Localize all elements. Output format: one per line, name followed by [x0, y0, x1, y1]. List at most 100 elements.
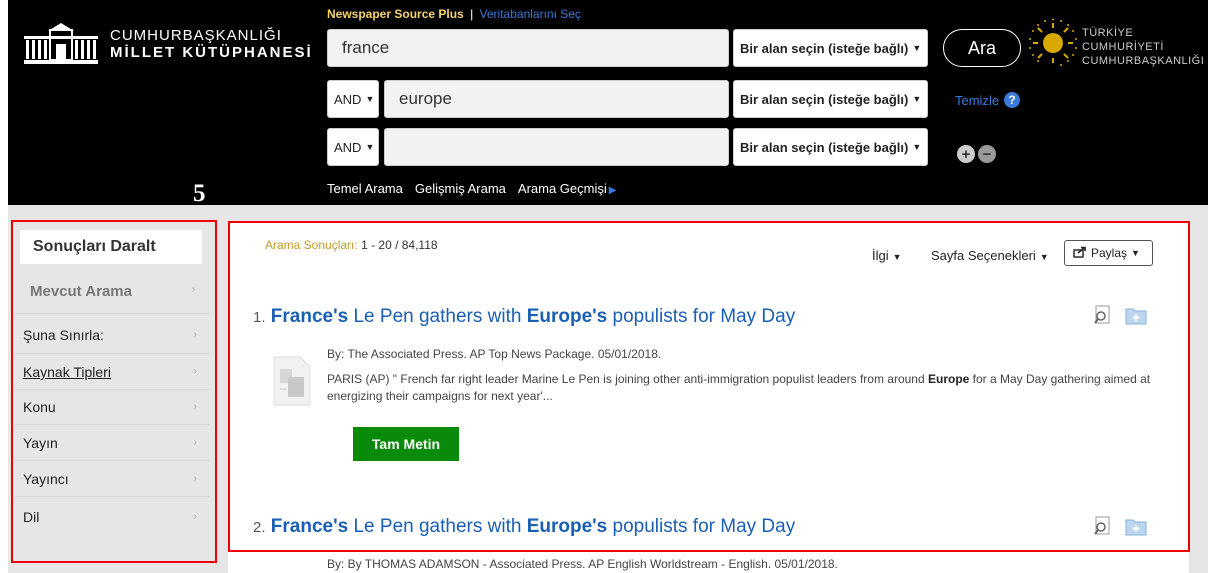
database-name: Newspaper Source Plus [327, 7, 464, 21]
sidebar-item-source-types[interactable]: Kaynak Tipleri › [23, 364, 205, 380]
sidebar-divider [14, 353, 209, 354]
result-title-text: populists for May Day [607, 516, 796, 537]
sidebar-item-subject[interactable]: Konu › [23, 399, 205, 415]
result-title-text: Le Pen gathers with [348, 516, 527, 537]
sidebar-item-language[interactable]: Dil › [23, 509, 205, 525]
chevron-down-icon: ▼ [1131, 248, 1140, 258]
chevron-right-icon: › [193, 366, 197, 377]
sidebar-divider [14, 424, 209, 425]
result-title-2[interactable]: 2. France's Le Pen gathers with Europe's… [253, 516, 795, 538]
abstract-highlight: Europe [927, 372, 970, 386]
add-to-folder-icon[interactable] [1125, 516, 1147, 541]
database-line: Newspaper Source Plus | Veritabanlarını … [327, 7, 581, 21]
document-icon [272, 355, 312, 407]
search-input-1[interactable]: france [327, 29, 729, 67]
add-to-folder-icon[interactable] [1125, 305, 1147, 330]
result-actions-1 [1093, 305, 1147, 330]
caret-right-icon: ▶ [608, 185, 617, 196]
share-icon [1073, 246, 1087, 261]
sidebar-title: Sonuçları Daralt [20, 230, 202, 264]
clear-link[interactable]: Temizle ? [955, 92, 1021, 108]
library-building-icon [22, 22, 100, 66]
result-title-text: Le Pen gathers with [348, 306, 527, 327]
search-input-2-value: europe [399, 89, 452, 108]
full-text-button[interactable]: Tam Metin [353, 427, 459, 461]
search-input-1-value: france [342, 38, 390, 57]
chevron-down-icon: ▼ [365, 142, 375, 152]
sidebar-item-current-search[interactable]: Mevcut Arama [30, 283, 132, 300]
result-meta-1: By: The Associated Press. AP Top News Pa… [327, 347, 662, 361]
search-history-label: Arama Geçmişi [517, 181, 607, 196]
share-button[interactable]: Paylaş ▼ [1064, 240, 1153, 266]
operator-select-3[interactable]: AND ▼ [327, 128, 379, 166]
sidebar-divider [14, 389, 209, 390]
result-title-1[interactable]: 1. France's Le Pen gathers with Europe's… [253, 306, 795, 328]
field-select-3[interactable]: Bir alan seçin (isteğe bağlı) ▼ [733, 128, 928, 166]
result-number: 1. [253, 309, 266, 326]
sidebar-item-label: Şuna Sınırla: [23, 327, 104, 343]
sort-dropdown[interactable]: İlgi ▼ [872, 248, 902, 263]
chevron-down-icon: ▼ [1039, 252, 1049, 262]
result-title-text: populists for May Day [607, 306, 796, 327]
preview-icon[interactable] [1093, 305, 1113, 330]
sidebar-item-publisher[interactable]: Yayıncı › [23, 471, 205, 487]
advanced-search-link[interactable]: Gelişmiş Arama [415, 181, 506, 196]
presidential-emblem-icon [1028, 18, 1078, 68]
search-history-link[interactable]: Arama Geçmişi ▶ [518, 181, 617, 196]
share-label: Paylaş [1091, 246, 1128, 260]
field-select-3-label: Bir alan seçin (isteğe bağlı) [740, 139, 909, 155]
database-separator: | [470, 7, 474, 21]
operator-select-2-label: AND [334, 91, 362, 107]
help-icon[interactable]: ? [1004, 92, 1021, 108]
sidebar-divider [14, 460, 209, 461]
result-meta-2: By: By THOMAS ADAMSON - Associated Press… [327, 557, 838, 571]
results-count: Arama Sonuçları: 1 - 20 / 84,118 [265, 238, 438, 252]
government-label: TÜRKİYE CUMHURİYETİ CUMHURBAŞKANLIĞI [1082, 26, 1208, 68]
result-title-highlight: France's [270, 516, 349, 537]
clear-label: Temizle [955, 92, 1000, 108]
field-select-1-label: Bir alan seçin (isteğe bağlı) [740, 40, 909, 56]
result-number: 2. [253, 519, 266, 536]
chevron-down-icon: ▼ [892, 252, 902, 262]
search-input-2[interactable]: europe [384, 80, 729, 118]
abstract-text: PARIS (AP) " French far right leader Mar… [327, 372, 928, 386]
field-select-1[interactable]: Bir alan seçin (isteğe bağlı) ▼ [733, 29, 928, 67]
government-line-2: CUMHURBAŞKANLIĞI [1082, 55, 1205, 67]
government-line-1: TÜRKİYE CUMHURİYETİ [1082, 27, 1164, 53]
sidebar-item-label: Kaynak Tipleri [23, 364, 111, 380]
chevron-right-icon: › [193, 511, 197, 522]
chevron-down-icon: ▼ [912, 43, 922, 53]
sidebar-item-limit[interactable]: Şuna Sınırla: › [23, 327, 205, 343]
result-title-highlight: Europe's [526, 306, 608, 327]
search-button[interactable]: Ara [943, 29, 1021, 67]
page-options-dropdown[interactable]: Sayfa Seçenekleri ▼ [931, 248, 1049, 263]
operator-select-3-label: AND [334, 139, 362, 155]
search-nav: Temel Arama Gelişmiş Arama Arama Geçmişi… [327, 181, 616, 196]
sidebar-item-label: Dil [23, 509, 40, 525]
sidebar-item-label: Yayın [23, 435, 58, 451]
preview-icon[interactable] [1093, 516, 1113, 541]
result-abstract-1: PARIS (AP) " French far right leader Mar… [327, 371, 1167, 405]
basic-search-link[interactable]: Temel Arama [327, 181, 403, 196]
library-logo[interactable]: CUMHURBAŞKANLIĞI MİLLET KÜTÜPHANESİ [22, 22, 313, 66]
remove-row-button[interactable]: − [978, 145, 996, 163]
chevron-right-icon: › [193, 401, 197, 412]
search-input-3[interactable] [384, 128, 729, 166]
page-options-label: Sayfa Seçenekleri [931, 248, 1036, 263]
sidebar-item-label: Konu [23, 399, 56, 415]
results-count-label: Arama Sonuçları: [265, 238, 358, 252]
chevron-down-icon: ▼ [365, 94, 375, 104]
result-actions-2 [1093, 516, 1147, 541]
add-row-button[interactable]: + [957, 145, 975, 163]
sidebar-item-publication[interactable]: Yayın › [23, 435, 205, 451]
sort-label: İlgi [872, 248, 889, 263]
results-count-value: 1 - 20 / 84,118 [361, 238, 438, 252]
result-title-highlight: Europe's [526, 516, 608, 537]
current-search-label: Mevcut Arama [30, 283, 132, 300]
field-select-2[interactable]: Bir alan seçin (isteğe bağlı) ▼ [733, 80, 928, 118]
operator-select-2[interactable]: AND ▼ [327, 80, 379, 118]
chevron-down-icon: ▼ [912, 94, 922, 104]
sidebar-divider [14, 496, 209, 497]
sidebar-item-label: Yayıncı [23, 471, 69, 487]
choose-databases-link[interactable]: Veritabanlarını Seç [480, 7, 581, 21]
